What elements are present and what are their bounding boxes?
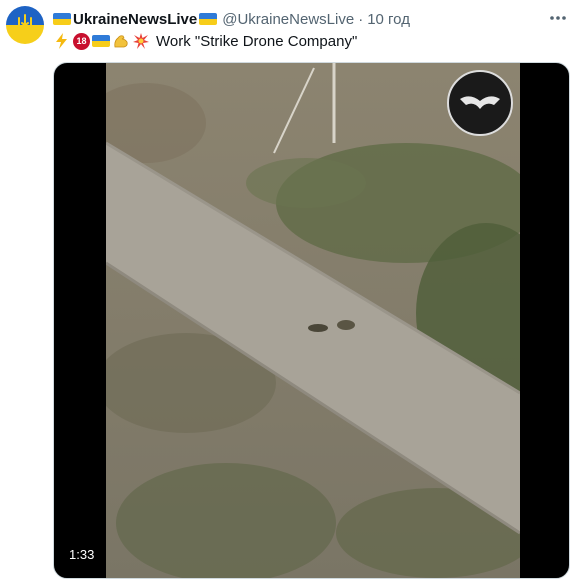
display-name[interactable]: UkraineNewsLive xyxy=(73,11,197,28)
video-frame[interactable] xyxy=(106,63,520,578)
lightning-icon xyxy=(53,32,71,50)
separator: · xyxy=(358,10,364,28)
more-horizontal-icon[interactable] xyxy=(548,8,568,28)
tweet-text: 18 Work "Strike Drone Company" xyxy=(53,31,357,51)
avatar[interactable] xyxy=(6,6,44,44)
collision-icon xyxy=(132,32,150,50)
ukraine-flag-icon xyxy=(53,13,71,25)
ukraine-flag-icon xyxy=(199,13,218,25)
flexed-bicep-icon xyxy=(112,32,130,50)
no-under-18-icon: 18 xyxy=(73,32,90,50)
timestamp-link[interactable]: 10 год xyxy=(367,11,410,28)
video-player[interactable]: 1:33 xyxy=(53,62,570,579)
ukraine-trident-icon xyxy=(18,14,32,36)
handle[interactable]: @UkraineNewsLive xyxy=(222,11,354,28)
tweet-body: Work "Strike Drone Company" xyxy=(156,32,358,50)
tweet-header: UkraineNewsLive @UkraineNewsLive · 10 го… xyxy=(53,9,410,29)
ukraine-flag-icon xyxy=(92,32,110,50)
drone-footage-thumbnail xyxy=(106,63,520,578)
video-duration: 1:33 xyxy=(64,545,100,564)
tweet[interactable]: UkraineNewsLive @UkraineNewsLive · 10 го… xyxy=(0,0,577,583)
